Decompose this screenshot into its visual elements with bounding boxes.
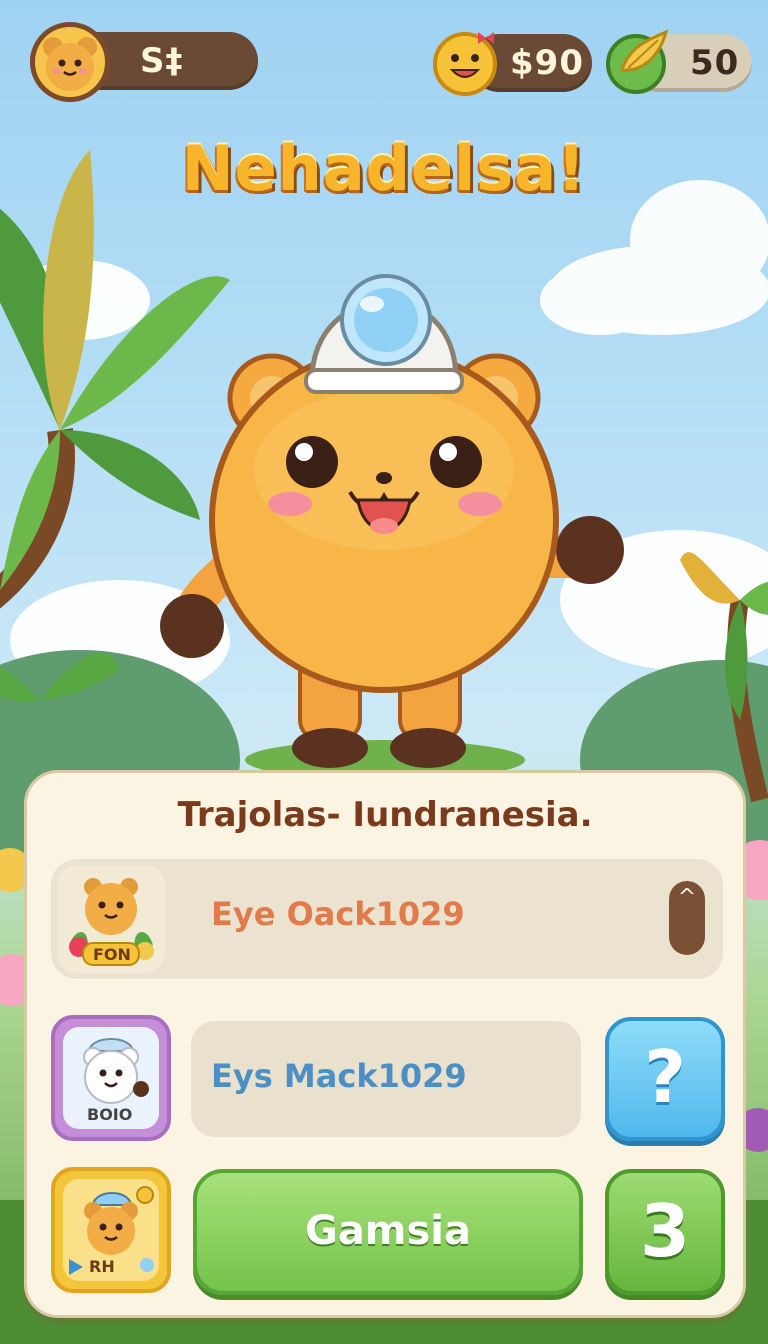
- bear-fruit-icon: FON: [57, 865, 165, 973]
- miner-bear-thumbnail[interactable]: RH: [51, 1167, 171, 1293]
- gem-amount: 50: [690, 43, 740, 83]
- badge-label: FON: [93, 945, 131, 964]
- list-item[interactable]: FON Eye Oack1029 ^: [51, 859, 723, 979]
- player-name: S‡: [140, 41, 184, 81]
- row-label: Eye Oack1029: [211, 895, 465, 933]
- play-button[interactable]: Gamsia: [193, 1169, 583, 1295]
- panel-heading: Trajolas- Iundranesia.: [177, 795, 593, 835]
- smiley-coin-icon: [430, 26, 500, 100]
- username-field[interactable]: Eys Mack1029: [191, 1021, 581, 1137]
- scroll-handle[interactable]: ^: [669, 881, 705, 955]
- polar-bear-thumbnail[interactable]: BOIO: [51, 1015, 171, 1141]
- row-label: Eys Mack1029: [211, 1057, 467, 1095]
- leaf-gem-icon: [604, 24, 674, 98]
- page-title: Nehadelsa!: [181, 132, 587, 205]
- bear-face-icon[interactable]: [30, 22, 110, 102]
- badge-label: RH: [89, 1257, 115, 1276]
- count-button[interactable]: 3: [605, 1169, 725, 1295]
- selection-panel: Trajolas- Iundranesia. FON Eye Oack1029 …: [24, 770, 746, 1318]
- badge-label: BOIO: [87, 1105, 133, 1124]
- help-button[interactable]: ?: [605, 1017, 725, 1141]
- question-icon: ?: [644, 1035, 686, 1119]
- coin-amount: $90: [510, 43, 584, 83]
